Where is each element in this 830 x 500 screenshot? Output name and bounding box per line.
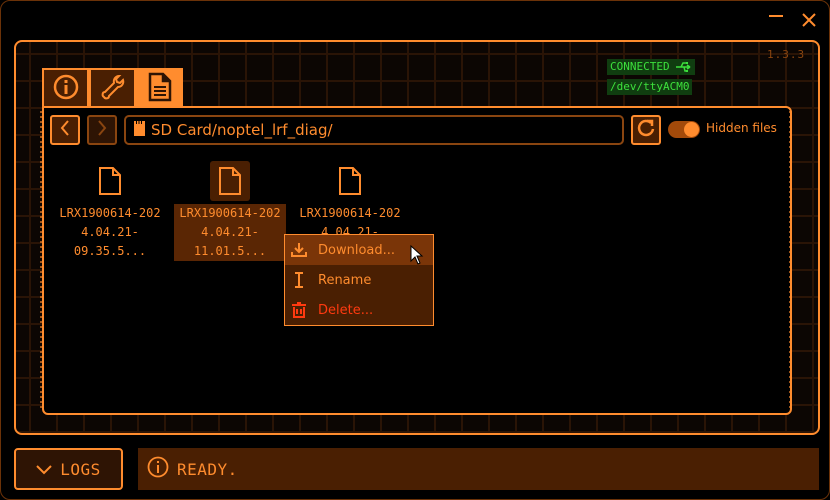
info-icon bbox=[53, 74, 79, 104]
text-cursor-icon bbox=[291, 272, 307, 288]
close-icon[interactable] bbox=[801, 11, 817, 31]
refresh-icon bbox=[637, 119, 655, 141]
status-text: READY. bbox=[177, 459, 238, 479]
trash-icon bbox=[291, 302, 307, 318]
sd-card-icon bbox=[134, 120, 145, 140]
menu-item-delete[interactable]: Delete... bbox=[285, 295, 433, 325]
status-bar: READY. bbox=[138, 448, 819, 490]
file-name-line1: LRX1900614-202 bbox=[59, 206, 161, 220]
tab-files[interactable] bbox=[136, 68, 183, 108]
file-name-line1: LRX1900614-202 bbox=[179, 206, 281, 220]
logs-button[interactable]: LOGS bbox=[14, 448, 123, 490]
toggle-knob bbox=[684, 122, 699, 137]
menu-item-label: Rename bbox=[318, 272, 372, 288]
file-name-line2: 4.04.21-11.01.5... bbox=[193, 225, 267, 258]
tab-bar bbox=[42, 68, 183, 108]
file-name-line2: 4.04.21-09.35.5... bbox=[73, 225, 147, 258]
forward-button[interactable] bbox=[87, 115, 117, 145]
version-label: 1.3.3 bbox=[767, 48, 806, 61]
minimize-icon[interactable] bbox=[769, 15, 783, 17]
logs-label: LOGS bbox=[60, 459, 101, 479]
path-field[interactable]: SD Card/noptel_lrf_diag/ bbox=[124, 115, 624, 145]
file-item[interactable]: LRX1900614-202 4.04.21-09.35.5... bbox=[54, 161, 166, 261]
path-text: SD Card/noptel_lrf_diag/ bbox=[151, 121, 333, 139]
chevron-left-icon bbox=[59, 120, 71, 140]
file-icon bbox=[210, 161, 250, 201]
scroll-track-left bbox=[40, 111, 42, 411]
connection-status-text: CONNECTED bbox=[610, 60, 670, 73]
tab-info[interactable] bbox=[42, 68, 89, 108]
menu-item-rename[interactable]: Rename bbox=[285, 265, 433, 295]
usb-icon bbox=[676, 60, 692, 73]
menu-item-label: Download... bbox=[318, 242, 396, 258]
scroll-track-right[interactable] bbox=[789, 111, 791, 411]
app-window: 1.3.3 CONNECTED /dev/ttyACM0 SD Card/nop… bbox=[0, 0, 830, 500]
chevron-right-icon bbox=[96, 120, 108, 140]
refresh-button[interactable] bbox=[631, 115, 661, 145]
document-icon bbox=[148, 72, 172, 106]
mouse-cursor-icon bbox=[410, 244, 424, 269]
hidden-files-toggle[interactable] bbox=[668, 121, 700, 138]
chevron-down-icon bbox=[36, 460, 52, 479]
hidden-files-label: Hidden files bbox=[706, 121, 777, 135]
file-icon bbox=[90, 161, 130, 201]
file-icon bbox=[330, 161, 370, 201]
file-item[interactable]: LRX1900614-202 4.04.21-11.01.5... bbox=[174, 161, 286, 261]
info-icon bbox=[147, 456, 169, 482]
wrench-icon bbox=[99, 73, 127, 105]
file-name: LRX1900614-202 4.04.21-09.35.5... bbox=[54, 204, 166, 261]
file-name: LRX1900614-202 4.04.21-11.01.5... bbox=[174, 204, 286, 261]
download-icon bbox=[291, 242, 307, 258]
port-label: /dev/ttyACM0 bbox=[607, 79, 693, 95]
back-button[interactable] bbox=[50, 115, 80, 145]
connection-status: CONNECTED bbox=[607, 59, 696, 75]
tab-settings[interactable] bbox=[89, 68, 136, 108]
menu-item-label: Delete... bbox=[318, 302, 374, 318]
file-name-line1: LRX1900614-202 bbox=[299, 206, 401, 220]
